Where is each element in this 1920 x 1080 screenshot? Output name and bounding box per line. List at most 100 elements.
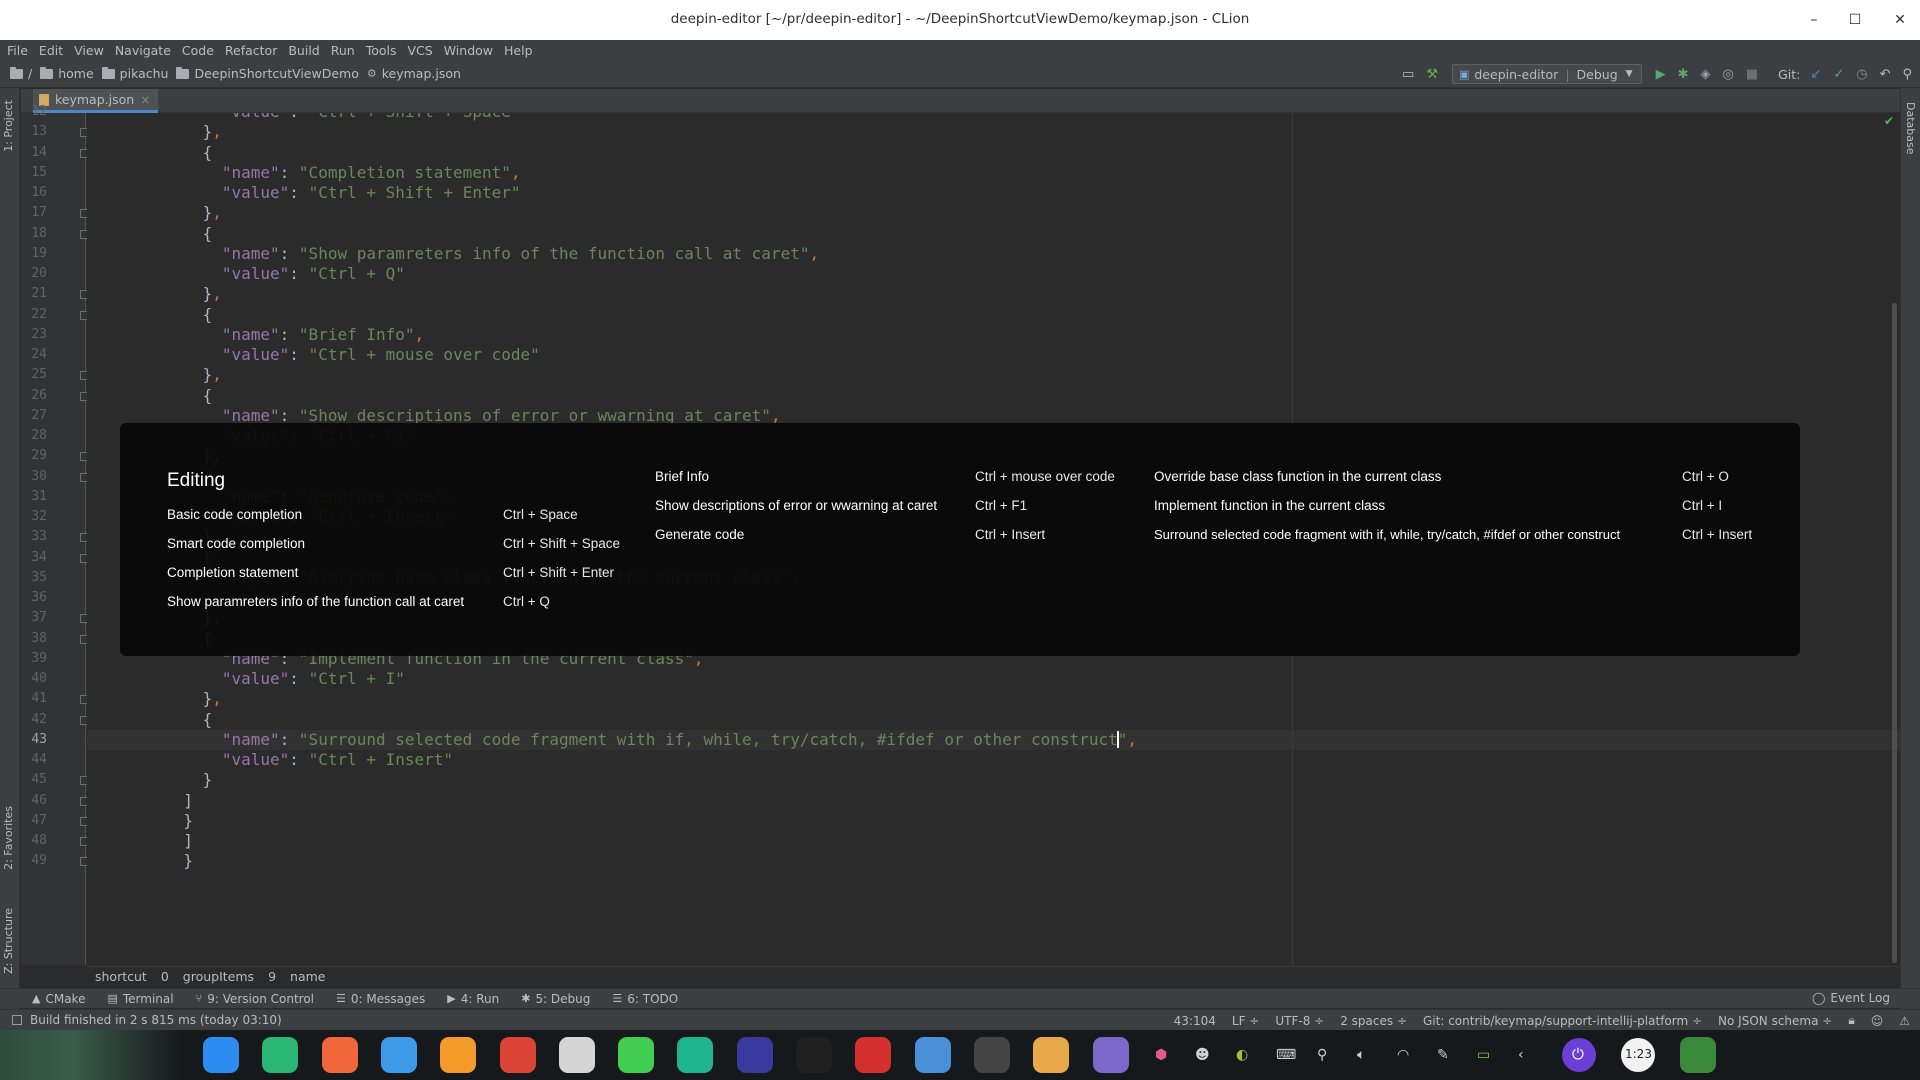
image-viewer-icon[interactable] <box>1033 1037 1070 1073</box>
lock-icon[interactable]: 🔒︎ <box>1848 1013 1854 1028</box>
code-line[interactable]: "name": "Completion statement", <box>87 163 1900 183</box>
code-line[interactable]: }, <box>87 689 1900 709</box>
crumb-root[interactable]: / <box>10 66 32 81</box>
code-line[interactable]: { <box>87 143 1900 163</box>
wifi-icon[interactable]: ◠ <box>1397 1047 1409 1063</box>
code-line[interactable]: }, <box>87 365 1900 385</box>
code-line[interactable]: "value": "Ctrl + I" <box>87 669 1900 689</box>
debug-icon[interactable]: ✱ <box>1678 67 1689 82</box>
menu-help[interactable]: Help <box>504 43 533 58</box>
crumb-home[interactable]: home <box>40 66 94 81</box>
app-store-icon[interactable] <box>440 1037 477 1073</box>
menu-edit[interactable]: Edit <box>39 43 63 58</box>
menu-vcs[interactable]: VCS <box>408 43 433 58</box>
search-icon[interactable]: ⚲ <box>1902 67 1912 82</box>
terminal-tool-button[interactable]: ▤ Terminal <box>107 992 173 1006</box>
stop-icon[interactable]: ■ <box>1746 67 1758 82</box>
code-line[interactable]: } <box>87 811 1900 831</box>
debug-tool-button[interactable]: ✱ 5: Debug <box>521 992 590 1006</box>
cmake-tool-button[interactable]: ▲ CMake <box>32 992 85 1006</box>
code-line[interactable]: "name": "Surround selected code fragment… <box>87 729 1900 750</box>
close-button[interactable]: ✕ <box>1888 8 1912 32</box>
screen-recorder-icon[interactable] <box>321 1037 358 1073</box>
messages-tool-button[interactable]: ☰ 0: Messages <box>336 992 425 1006</box>
launcher-icon[interactable] <box>203 1037 239 1073</box>
deepin-editor-icon[interactable] <box>914 1037 951 1073</box>
code-line[interactable]: } <box>87 770 1900 790</box>
terminal-icon[interactable] <box>855 1037 892 1073</box>
run-configuration-select[interactable]: ▣ deepin-editor | Debug ▼ <box>1451 64 1642 84</box>
json-crumb[interactable]: 9 <box>268 969 276 984</box>
git-branch-select[interactable]: Git: contrib/keymap/support-intellij-pla… <box>1423 1014 1702 1028</box>
vcs-tool-button[interactable]: ⑂ 9: Version Control <box>196 992 314 1006</box>
json-crumb[interactable]: name <box>290 969 325 984</box>
caret-position[interactable]: 43:104 <box>1174 1014 1216 1028</box>
toggle-tool-windows-icon[interactable] <box>12 1015 22 1025</box>
scrollbar-thumb[interactable] <box>1892 303 1897 963</box>
menu-code[interactable]: Code <box>182 43 214 58</box>
menu-window[interactable]: Window <box>444 43 493 58</box>
close-icon[interactable]: × <box>140 93 150 107</box>
chrome-icon[interactable] <box>499 1037 536 1073</box>
code-line[interactable]: "name": "Show paramreters info of the fu… <box>87 244 1900 264</box>
shortcut-viewer-icon[interactable] <box>1092 1037 1129 1073</box>
menu-build[interactable]: Build <box>288 43 319 58</box>
code-line[interactable]: ] <box>87 831 1900 851</box>
structure-tool-button[interactable]: Z: Structure <box>2 908 15 974</box>
notifications-icon[interactable]: ⚠ <box>1899 1014 1910 1028</box>
status-message[interactable]: Build finished in 2 s 815 ms (today 03:1… <box>12 1013 282 1027</box>
tab-keymap-json[interactable]: keymap.json × <box>33 89 159 113</box>
code-line[interactable]: "value": "Ctrl + Shift + Enter" <box>87 183 1900 203</box>
run-icon[interactable]: ▶ <box>1656 67 1666 82</box>
clock-widget[interactable]: 1:23 <box>1621 1038 1655 1072</box>
line-separator-select[interactable]: LF ÷ <box>1232 1014 1259 1028</box>
battery-icon[interactable]: ▭ <box>1477 1047 1490 1063</box>
profile-icon[interactable]: ◎ <box>1722 67 1733 82</box>
menu-tools[interactable]: Tools <box>366 43 397 58</box>
json-schema-select[interactable]: No JSON schema ÷ <box>1718 1014 1832 1028</box>
menu-refactor[interactable]: Refactor <box>225 43 277 58</box>
crumb-file[interactable]: ⚙ keymap.json <box>367 66 461 81</box>
qt-creator-icon[interactable] <box>618 1037 655 1073</box>
menu-navigate[interactable]: Navigate <box>115 43 171 58</box>
power-button[interactable]: ⏻ <box>1562 1038 1596 1072</box>
app-indicator-icon[interactable]: ⬢ <box>1155 1047 1167 1063</box>
coverage-icon[interactable]: ◈ <box>1700 67 1710 82</box>
favorites-tool-button[interactable]: 2: Favorites <box>2 806 15 870</box>
editor-scrollbar[interactable] <box>1890 113 1900 965</box>
keyboard-icon[interactable]: ⌨ <box>1276 1047 1296 1063</box>
code-line[interactable]: }, <box>87 203 1900 223</box>
database-tool-button[interactable]: Database <box>1904 102 1917 155</box>
settings-icon[interactable] <box>558 1037 595 1073</box>
code-line[interactable]: }, <box>87 284 1900 304</box>
menu-run[interactable]: Run <box>331 43 355 58</box>
menu-file[interactable]: File <box>7 43 28 58</box>
code-line[interactable]: { <box>87 305 1900 325</box>
crumb-pikachu[interactable]: pikachu <box>101 66 168 81</box>
code-line[interactable]: "name": "Brief Info", <box>87 325 1900 345</box>
clion-icon[interactable] <box>677 1037 714 1073</box>
usb-icon[interactable]: ⚲ <box>1317 1047 1327 1063</box>
code-line[interactable]: "value": "Ctrl + Shift + Space" <box>87 113 1900 122</box>
hector-icon[interactable]: ☺ <box>1871 1014 1884 1028</box>
code-line[interactable]: ] <box>87 791 1900 811</box>
code-line[interactable]: "value": "Ctrl + mouse over code" <box>87 345 1900 365</box>
trash-icon[interactable] <box>1680 1037 1716 1073</box>
vcs-history-icon[interactable]: ◷ <box>1856 67 1867 82</box>
nvidia-tray-icon[interactable]: ◐ <box>1236 1047 1248 1063</box>
vcs-commit-icon[interactable]: ✓ <box>1833 67 1844 82</box>
vcs-revert-icon[interactable]: ↶ <box>1880 67 1891 82</box>
run-tool-button[interactable]: ▶ 4: Run <box>447 992 499 1006</box>
qq-icon[interactable] <box>796 1037 832 1073</box>
crumb-project[interactable]: DeepinShortcutViewDemo <box>176 66 359 81</box>
vcs-update-icon[interactable]: ↙ <box>1810 67 1821 82</box>
git-tool-icon[interactable] <box>973 1037 1010 1073</box>
json-crumb[interactable]: 0 <box>161 969 169 984</box>
minimize-button[interactable]: – <box>1802 8 1826 32</box>
json-crumb[interactable]: groupItems <box>183 969 254 984</box>
volume-icon[interactable]: 🔈︎ <box>1357 1047 1365 1063</box>
indent-select[interactable]: 2 spaces ÷ <box>1340 1014 1407 1028</box>
chevron-left-icon[interactable]: ‹ <box>1518 1047 1524 1063</box>
code-line[interactable]: } <box>87 851 1900 871</box>
menu-view[interactable]: View <box>74 43 104 58</box>
